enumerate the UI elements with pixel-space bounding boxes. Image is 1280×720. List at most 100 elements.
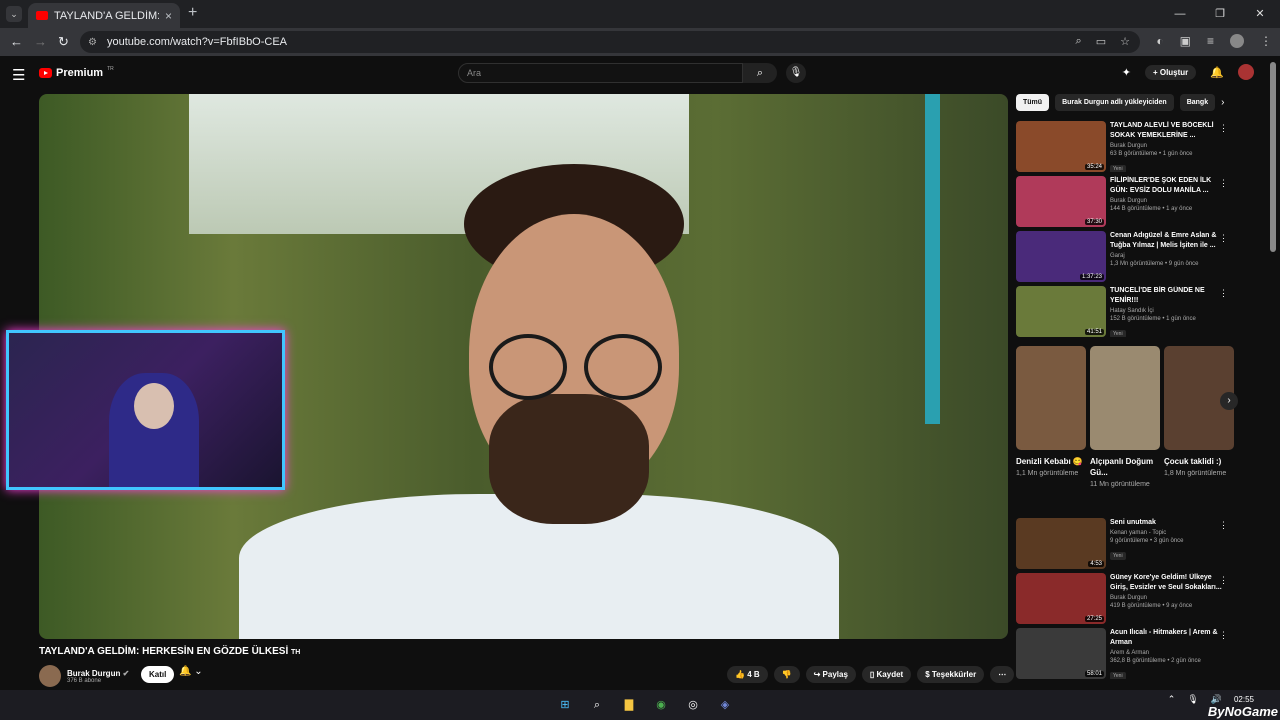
video-title[interactable]: Acun Ilıcalı - Hitmakers | Arem & Arman xyxy=(1110,628,1222,648)
forward-icon[interactable]: → xyxy=(34,34,47,49)
related-video[interactable]: 35:24 TAYLAND ALEVLİ VE BÖCEKLİ SOKAK YEM… xyxy=(1016,121,1240,172)
short-title[interactable]: Alçıpanlı Doğum Gü... xyxy=(1090,456,1160,478)
video-options-icon[interactable]: ⋮ xyxy=(1219,178,1228,189)
video-title[interactable]: TUNCELİ'DE BİR GÜNDE NE YENİR!!! xyxy=(1110,286,1222,306)
short-title[interactable]: Denizli Kebabı 😋 xyxy=(1016,456,1086,467)
video-options-icon[interactable]: ⋮ xyxy=(1219,123,1228,134)
video-channel[interactable]: Kenan yaman - Topic xyxy=(1110,530,1222,536)
related-video[interactable]: 27:25 Güney Kore'ye Geldim! Ülkeye Giriş,… xyxy=(1016,573,1240,624)
playlist-icon[interactable]: ≡ xyxy=(1207,34,1214,48)
close-tab-icon[interactable]: × xyxy=(165,9,172,23)
chip-all[interactable]: Tümü xyxy=(1016,94,1050,111)
share-button[interactable]: ↪ Paylaş xyxy=(805,666,856,683)
video-list-bottom: 4:53 Seni unutmak Kenan yaman - Topic 9 gör… xyxy=(1016,518,1240,679)
puzzle-icon[interactable]: ▣ xyxy=(1180,34,1191,48)
profile-avatar[interactable] xyxy=(1230,34,1244,48)
cast-icon[interactable]: ▭ xyxy=(1096,35,1106,48)
short-thumbnail[interactable] xyxy=(1016,346,1086,450)
video-channel[interactable]: Burak Durgun xyxy=(1110,143,1222,149)
related-video[interactable]: 37:30 FİLİPİNLER'DE ŞOK EDEN İLK GÜN: EVS… xyxy=(1016,176,1240,227)
notifications-bell-icon[interactable]: 🔔 xyxy=(1210,66,1224,79)
site-info-icon[interactable]: ⚙ xyxy=(88,37,97,48)
video-thumbnail[interactable]: 41:51 xyxy=(1016,286,1106,337)
discord-icon[interactable]: ◈ xyxy=(716,696,734,714)
thanks-button[interactable]: $ Teşekkürler xyxy=(917,666,985,683)
video-options-icon[interactable]: ⋮ xyxy=(1219,630,1228,641)
related-video[interactable]: 1:37:23 Cenan Adıgüzel & Emre Aslan & Tuğ… xyxy=(1016,231,1240,282)
close-window-icon[interactable]: ✕ xyxy=(1240,0,1280,28)
subscribe-bell-icon[interactable]: 🔔 ⌄ xyxy=(179,666,203,677)
video-channel[interactable]: Burak Durgun xyxy=(1110,198,1222,204)
extension-icon[interactable]: ◐ xyxy=(1156,34,1163,48)
chrome-icon[interactable]: ◉ xyxy=(652,696,670,714)
chip-uploader[interactable]: Burak Durgun adlı yükleyiciden xyxy=(1055,94,1174,111)
video-title[interactable]: FİLİPİNLER'DE ŞOK EDEN İLK GÜN: EVSİZ DO… xyxy=(1110,176,1222,196)
video-options-icon[interactable]: ⋮ xyxy=(1219,575,1228,586)
video-thumbnail[interactable]: 58:01 xyxy=(1016,628,1106,679)
video-thumbnail[interactable]: 1:37:23 xyxy=(1016,231,1106,282)
shorts-next-icon[interactable]: › xyxy=(1220,392,1238,410)
file-explorer-icon[interactable]: ▇ xyxy=(620,696,638,714)
bookmark-star-icon[interactable]: ☆ xyxy=(1120,35,1130,48)
short-item[interactable]: Çocuk taklidi :) 1,8 Mn görüntüleme xyxy=(1164,346,1234,506)
video-thumbnail[interactable]: 4:53 xyxy=(1016,518,1106,569)
dislike-button[interactable]: 👎 xyxy=(773,666,800,683)
scrollbar[interactable] xyxy=(1270,62,1276,252)
more-menu-icon[interactable]: ⋮ xyxy=(1260,34,1272,48)
maximize-icon[interactable]: ❐ xyxy=(1200,0,1240,28)
reload-icon[interactable]: ↻ xyxy=(58,34,69,50)
live-icon[interactable]: ✦ xyxy=(1122,66,1131,79)
search-input[interactable]: Ara xyxy=(458,63,743,83)
back-icon[interactable]: ← xyxy=(10,34,23,49)
chevron-right-icon[interactable]: › xyxy=(1221,94,1224,111)
more-actions-icon[interactable]: ⋯ xyxy=(990,666,1015,683)
video-channel[interactable]: Burak Durgun xyxy=(1110,595,1222,601)
video-meta: TUNCELİ'DE BİR GÜNDE NE YENİR!!! Hatay Sa… xyxy=(1110,286,1222,337)
save-button[interactable]: ▯ Kaydet xyxy=(861,666,912,683)
video-title[interactable]: Güney Kore'ye Geldim! Ülkeye Giriş, Evsi… xyxy=(1110,573,1222,593)
video-channel[interactable]: Garaj xyxy=(1110,253,1222,259)
video-options-icon[interactable]: ⋮ xyxy=(1219,520,1228,531)
short-thumbnail[interactable] xyxy=(1090,346,1160,450)
create-button[interactable]: + Oluştur xyxy=(1144,64,1197,80)
related-video[interactable]: 58:01 Acun Ilıcalı - Hitmakers | Arem & A… xyxy=(1016,628,1240,679)
join-button[interactable]: Katıl xyxy=(141,666,175,683)
video-thumbnail[interactable]: 27:25 xyxy=(1016,573,1106,624)
video-options-icon[interactable]: ⋮ xyxy=(1219,288,1228,299)
video-channel[interactable]: Arem & Arman xyxy=(1110,650,1222,656)
hamburger-menu-icon[interactable]: ☰ xyxy=(12,66,25,84)
video-channel[interactable]: Hatay Sandık İçi xyxy=(1110,308,1222,314)
like-button[interactable]: 👍 4 B xyxy=(727,666,768,683)
search-button[interactable]: ⌕ xyxy=(743,63,777,83)
video-title[interactable]: TAYLAND ALEVLİ VE BÖCEKLİ SOKAK YEMEKLER… xyxy=(1110,121,1222,141)
video-title[interactable]: Seni unutmak xyxy=(1110,518,1222,528)
video-views: 9 görüntüleme • 3 gün önce xyxy=(1110,538,1184,544)
short-item[interactable]: Alçıpanlı Doğum Gü... 11 Mn görüntüleme xyxy=(1090,346,1160,506)
video-title[interactable]: Cenan Adıgüzel & Emre Aslan & Tuğba Yılm… xyxy=(1110,231,1222,251)
minimize-icon[interactable]: — xyxy=(1160,0,1200,28)
obs-icon[interactable]: ◎ xyxy=(684,696,702,714)
short-item[interactable]: Denizli Kebabı 😋 1,1 Mn görüntüleme xyxy=(1016,346,1086,506)
related-video[interactable]: 4:53 Seni unutmak Kenan yaman - Topic 9 gör… xyxy=(1016,518,1240,569)
omnibox[interactable]: ⚙ youtube.com/watch?v=FbfIBbO-CEA ⌕ ▭ ☆ xyxy=(80,31,1140,53)
zoom-icon[interactable]: ⌕ xyxy=(1076,35,1082,48)
video-options-icon[interactable]: ⋮ xyxy=(1219,233,1228,244)
microphone-icon[interactable]: 🎙 xyxy=(1187,694,1198,705)
search-taskbar-icon[interactable]: ⌕ xyxy=(588,696,606,714)
video-thumbnail[interactable]: 37:30 xyxy=(1016,176,1106,227)
chip-bangkok[interactable]: Bangk xyxy=(1179,94,1216,111)
youtube-logo[interactable]: Premium TR xyxy=(39,66,114,79)
user-avatar[interactable] xyxy=(1238,64,1254,80)
windows-start-icon[interactable]: ⊞ xyxy=(556,696,574,714)
clock[interactable]: 02:55 xyxy=(1234,695,1254,705)
voice-search-icon[interactable]: 🎙 xyxy=(786,63,806,83)
browser-tab[interactable]: TAYLAND'A GELDİM: HERKESİN × xyxy=(28,3,180,28)
tray-chevron-icon[interactable]: ⌃ xyxy=(1168,694,1176,705)
channel-avatar[interactable] xyxy=(39,665,61,687)
video-thumbnail[interactable]: 35:24 xyxy=(1016,121,1106,172)
tab-search-icon[interactable]: ⌄ xyxy=(6,6,22,22)
channel-name[interactable]: Burak Durgun ✔ xyxy=(67,669,129,678)
related-video[interactable]: 41:51 TUNCELİ'DE BİR GÜNDE NE YENİR!!! Hat… xyxy=(1016,286,1240,337)
short-title[interactable]: Çocuk taklidi :) xyxy=(1164,456,1234,467)
new-tab-icon[interactable]: + xyxy=(188,4,197,22)
